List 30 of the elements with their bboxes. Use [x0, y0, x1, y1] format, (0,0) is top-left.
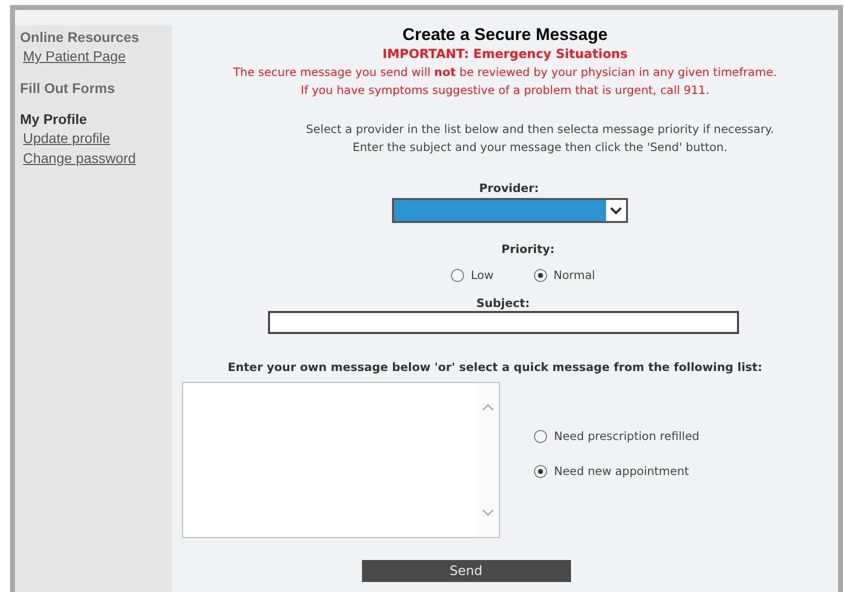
alert-text: The secure message you send will not be reviewed by your physician in any given timeframe. [233, 64, 777, 81]
field-label: Enter your own message below 'or' select a quick message from the following list: [228, 359, 762, 376]
radio-label: Low [470, 267, 494, 284]
alert-text: If you have symptoms suggestive of a problem that is urgent, call 911. [300, 82, 710, 99]
subject-input-field[interactable] [268, 311, 738, 334]
instruction-text: Enter the subject and your message then click the 'Send' button. [352, 139, 728, 156]
sidebar-heading: Fill Out Forms [20, 79, 115, 97]
provider-dropdown[interactable] [392, 198, 628, 223]
radio-button[interactable] [534, 464, 547, 478]
send-button[interactable]: Send [362, 560, 570, 582]
sidebar-link[interactable]: Update profile [23, 128, 110, 148]
sidebar-link[interactable]: Change password [23, 148, 136, 168]
sidebar-heading: My Profile [20, 110, 87, 128]
field-label: Priority: [501, 241, 555, 257]
alert-heading: IMPORTANT: Emergency Situations [382, 45, 628, 63]
field-label: Provider: [479, 180, 539, 196]
radio-label: Normal [554, 267, 596, 284]
radio-button[interactable] [534, 269, 547, 282]
sidebar-heading: Online Resources [20, 28, 140, 46]
instruction-text: Select a provider in the list below and then selecta message priority if necessary. [306, 121, 774, 138]
chevron-down-icon [610, 206, 622, 214]
scroll-down-icon[interactable] [482, 509, 494, 518]
radio-button[interactable] [534, 430, 547, 443]
sidebar-link[interactable]: My Patient Page [23, 46, 126, 66]
scroll-up-icon[interactable] [482, 403, 494, 412]
radio-button[interactable] [450, 269, 464, 282]
field-label: Subject: [476, 295, 530, 312]
radio-label: Need prescription refilled [554, 428, 700, 444]
radio-label: Need new appointment [554, 462, 689, 480]
page-title: Create a Secure Message [402, 25, 608, 45]
